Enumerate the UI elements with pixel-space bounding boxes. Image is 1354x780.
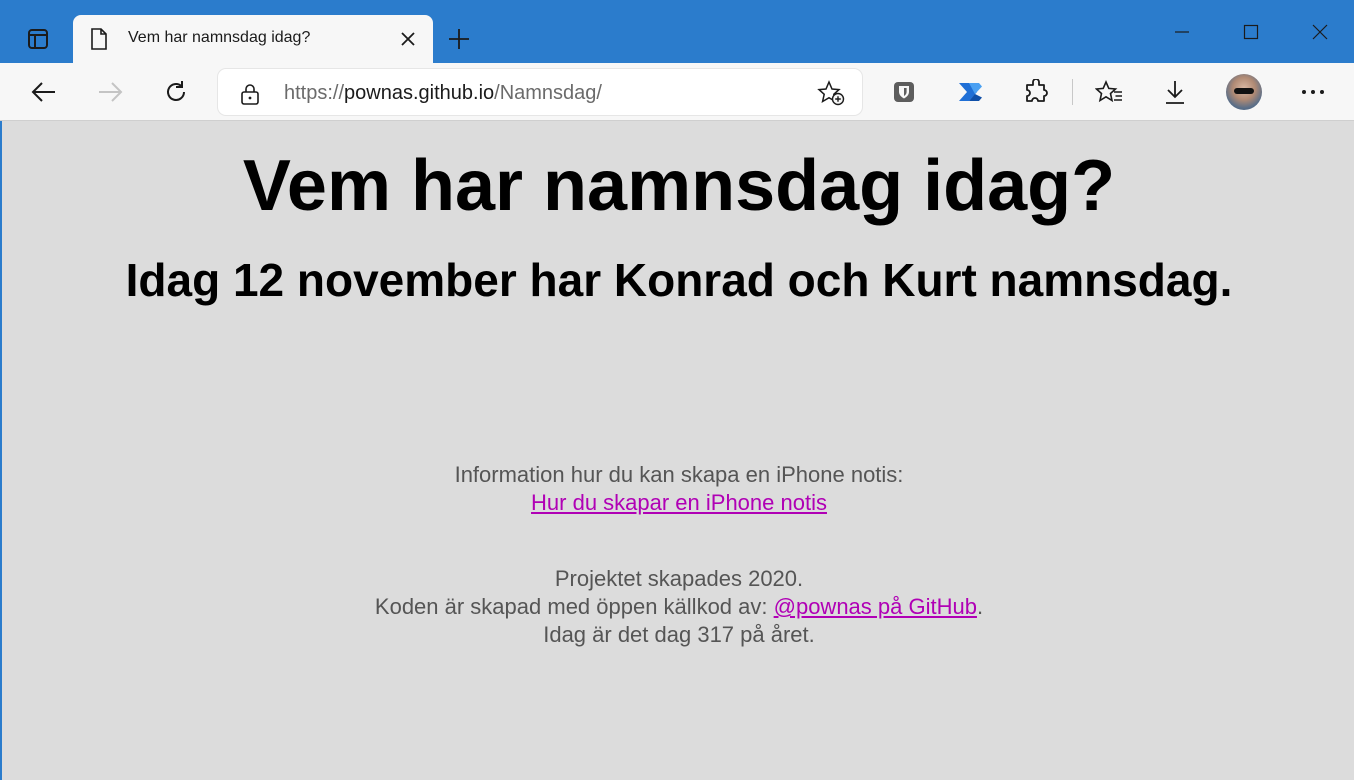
- code-source-line: Koden är skapad med öppen källkod av: @p…: [2, 593, 1354, 621]
- browser-toolbar: https://pownas.github.io/Namnsdag/: [0, 63, 1354, 121]
- url-text[interactable]: https://pownas.github.io/Namnsdag/: [284, 82, 602, 105]
- favorites-icon[interactable]: [1089, 72, 1129, 112]
- tab-active[interactable]: Vem har namnsdag idag?: [73, 15, 433, 63]
- info-section: Information hur du kan skapa en iPhone n…: [2, 461, 1354, 517]
- back-arrow-icon[interactable]: [24, 72, 64, 112]
- refresh-icon[interactable]: [156, 72, 196, 112]
- window-close-icon[interactable]: [1297, 10, 1343, 54]
- plus-icon[interactable]: [442, 22, 476, 56]
- lock-icon[interactable]: [240, 83, 260, 110]
- minimize-icon[interactable]: [1159, 10, 1205, 54]
- bitwarden-icon[interactable]: [884, 72, 924, 112]
- avatar-glasses: [1234, 88, 1254, 94]
- page-title: Vem har namnsdag idag?: [242, 146, 1116, 226]
- github-link[interactable]: @pownas på GitHub: [774, 594, 977, 619]
- code-source-text: Koden är skapad med öppen källkod av:: [374, 594, 774, 619]
- tab-title: Vem har namnsdag idag?: [128, 29, 311, 46]
- iphone-notis-link[interactable]: Hur du skapar en iPhone notis: [531, 490, 827, 515]
- download-icon[interactable]: [1155, 72, 1195, 112]
- project-created-text: Projektet skapades 2020.: [554, 566, 804, 591]
- code-source-suffix: .: [976, 594, 984, 619]
- address-bar[interactable]: https://pownas.github.io/Namnsdag/: [218, 69, 862, 115]
- day-of-year-text: Idag är det dag 317 på året.: [543, 622, 815, 647]
- more-icon[interactable]: [1293, 72, 1333, 112]
- add-favorite-icon[interactable]: [816, 79, 846, 107]
- url-scheme: https://: [284, 82, 345, 104]
- url-path: /Namnsdag/: [494, 82, 602, 104]
- avatar[interactable]: [1226, 74, 1262, 110]
- title-bar: Vem har namnsdag idag?: [0, 0, 1354, 63]
- tab-actions-icon[interactable]: [16, 22, 60, 56]
- namesday-text: Idag 12 november har Konrad och Kurt nam…: [125, 254, 1233, 306]
- extensions-icon[interactable]: [1016, 72, 1056, 112]
- page-content: Vem har namnsdag idag? Idag 12 november …: [0, 121, 1354, 780]
- page-icon: [90, 28, 108, 55]
- forward-arrow-icon: [90, 72, 130, 112]
- info-text: Information hur du kan skapa en iPhone n…: [454, 462, 904, 487]
- power-automate-icon[interactable]: [950, 72, 990, 112]
- url-host: pownas.github.io: [344, 82, 495, 104]
- footer-section: Projektet skapades 2020. Koden är skapad…: [2, 565, 1354, 649]
- close-icon[interactable]: [393, 25, 423, 53]
- maximize-icon[interactable]: [1228, 10, 1274, 54]
- toolbar-separator: [1072, 79, 1073, 105]
